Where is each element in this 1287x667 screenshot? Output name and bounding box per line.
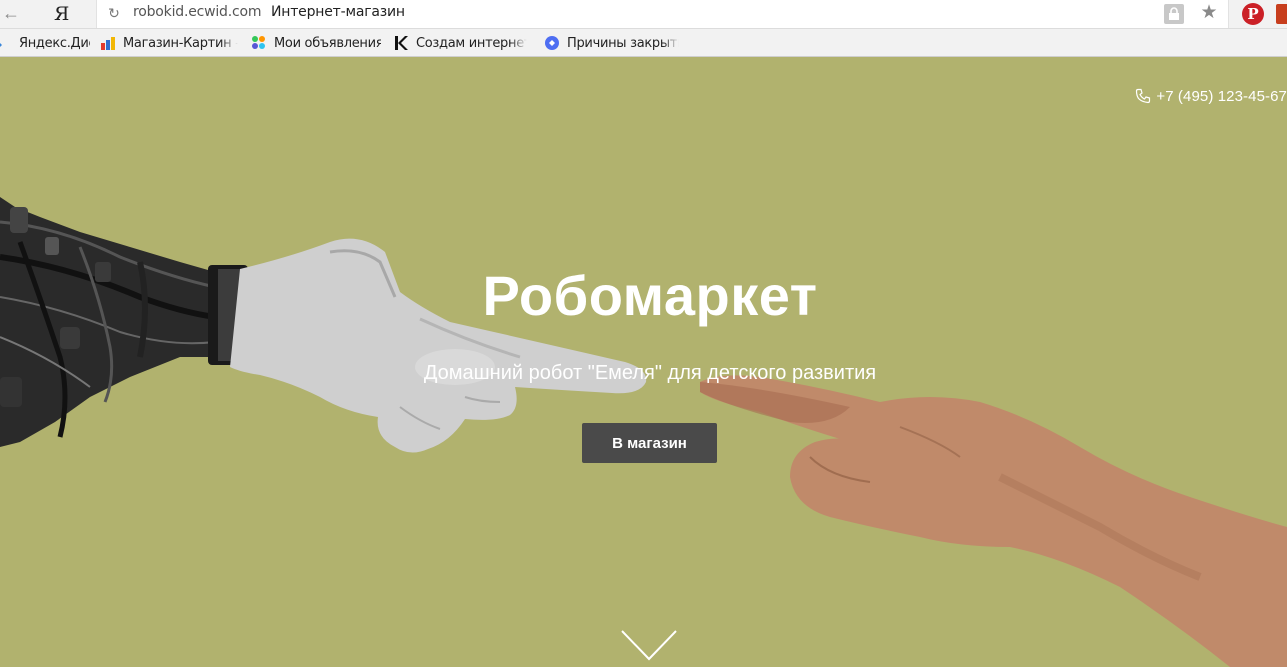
yandex-disk-icon (0, 35, 12, 51)
hero-section: +7 (495) 123-45-67 Робомаркет Домашний р… (0, 57, 1287, 667)
hero-title: Робомаркет (482, 264, 818, 327)
phone-number-text: +7 (495) 123-45-67 (1156, 87, 1287, 105)
bookmark-moi-obyavleniya[interactable]: Мои объявления (251, 29, 381, 57)
bookmark-label: Магазин-Картин – (123, 35, 238, 51)
reload-icon[interactable]: ↻ (106, 5, 122, 21)
bookmark-star-icon[interactable]: ★ (1199, 2, 1219, 24)
k-logo-icon (393, 35, 409, 51)
go-to-shop-button[interactable]: В магазин (582, 423, 717, 463)
bookmark-sozdam-internet[interactable]: Создам интернет- (393, 29, 527, 57)
address-bar[interactable]: ↻ robokid.ecwid.com Интернет-магазин ★ (96, 0, 1229, 28)
bookmark-magazin-kartin[interactable]: Магазин-Картин – (100, 29, 238, 57)
bookmark-prichiny-zakrytiya[interactable]: Причины закрытия (544, 29, 679, 57)
bookmark-label: Мои объявления (274, 35, 381, 51)
phone-icon (1136, 88, 1151, 104)
scroll-down-chevron-icon[interactable] (620, 629, 678, 663)
phone-number[interactable]: +7 (495) 123-45-67 (1135, 86, 1287, 106)
bookmark-label: Причины закрытия (567, 35, 679, 51)
extension-icon[interactable] (1276, 4, 1287, 24)
yandex-button[interactable]: Я (54, 2, 74, 26)
browser-toolbar: ← Я ↻ robokid.ecwid.com Интернет-магазин… (0, 0, 1287, 29)
bookmark-label: Яндекс.Диск (19, 35, 90, 51)
url-host[interactable]: robokid.ecwid.com (133, 4, 261, 20)
colored-dots-icon (251, 35, 267, 51)
bookmark-yandex-disk[interactable]: Яндекс.Диск (0, 29, 90, 57)
lock-icon[interactable] (1164, 4, 1184, 24)
bar-chart-icon (100, 35, 116, 51)
hero-subtitle: Домашний робот "Емеля" для детского разв… (423, 362, 877, 384)
human-hand-image (700, 375, 1287, 667)
bookmark-label: Создам интернет- (416, 35, 527, 51)
back-arrow-icon[interactable]: ← (0, 3, 22, 25)
url-page-title: Интернет-магазин (271, 4, 405, 20)
bookmarks-bar: Яндекс.Диск Магазин-Картин – Мои объявле… (0, 29, 1287, 57)
pinterest-icon[interactable]: P (1242, 3, 1264, 25)
blue-circle-icon (544, 35, 560, 51)
